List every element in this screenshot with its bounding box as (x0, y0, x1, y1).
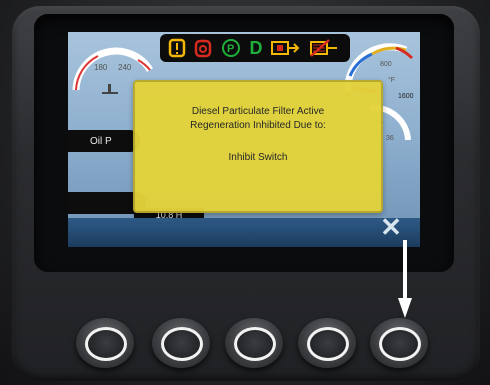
popup-line-1: Diesel Particulate Filter Active (191, 106, 325, 117)
drive-indicator: D (249, 37, 263, 58)
popup-line-2: Regeneration Inhibited Due to: (190, 120, 326, 131)
svg-text:P: P (227, 43, 234, 55)
left-gauge-tick-1: 180 (94, 63, 108, 72)
stop-icon (192, 38, 214, 58)
engine-warning-icon (166, 38, 188, 58)
park-brake-icon: P (218, 38, 244, 58)
down-arrow-icon (398, 240, 412, 318)
dpf-alert-popup: Diesel Particulate Filter Active Regener… (133, 80, 383, 213)
oil-pressure-label: Oil P (90, 135, 112, 147)
mid-gauge-tick-36: 36 (386, 135, 394, 142)
lcd-screen: 180 240 P D 800 °F 1600 36 Oil P 10.8 H … (68, 32, 420, 247)
indicator-strip: P D (160, 34, 350, 62)
left-gauge-tick-2: 240 (118, 63, 132, 72)
close-icon[interactable]: ✕ (378, 214, 404, 240)
right-gauge-unit: °F (388, 76, 395, 84)
right-gauge-tick-800: 800 (380, 61, 392, 68)
hardware-button-3[interactable] (225, 318, 283, 368)
hardware-button-4[interactable] (298, 318, 356, 368)
dpf-regen-icon (268, 38, 302, 58)
oil-pressure-button[interactable]: Oil P (68, 130, 140, 152)
hardware-button-2[interactable] (152, 318, 210, 368)
popup-line-3: Inhibit Switch (228, 152, 288, 163)
hardware-button-1[interactable] (76, 318, 134, 368)
screen-softkey-bar (68, 218, 420, 247)
display-photo: 180 240 P D 800 °F 1600 36 Oil P 10.8 H … (0, 0, 490, 385)
right-gauge-tick-1600: 1600 (398, 93, 414, 100)
hardware-button-5-close[interactable] (370, 318, 428, 368)
